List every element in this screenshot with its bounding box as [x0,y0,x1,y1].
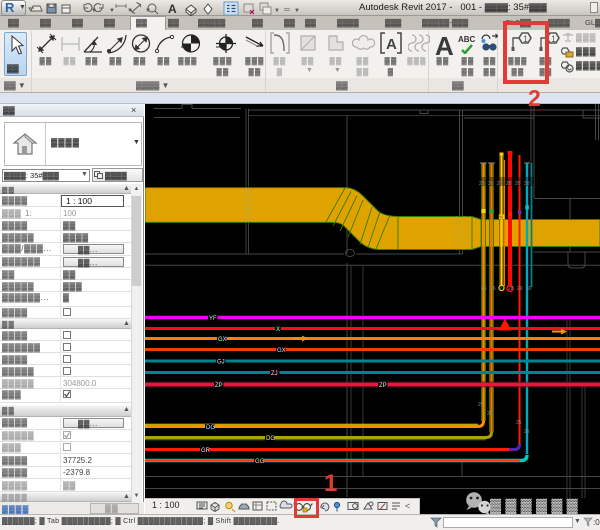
svg-text:ABC: ABC [458,35,476,44]
svg-text:GR: GR [201,448,211,454]
svg-text:▼: ▼ [127,8,133,14]
svg-text:▼: ▼ [294,8,300,14]
svg-text:ZJ: ZJ [271,371,278,377]
svg-text:GX: GX [277,348,286,354]
svg-text:GG: GG [255,459,265,465]
svg-text:▼: ▼ [145,8,151,14]
svg-text:ZP: ZP [379,383,387,389]
svg-text:A: A [386,36,397,53]
svg-text:29: 29 [515,181,521,187]
svg-text:25: 25 [478,402,484,408]
svg-text:▓▓▓▓▓▓: ▓▓▓▓▓▓ [490,498,582,514]
svg-text:25: 25 [516,420,522,426]
svg-text:28: 28 [508,286,514,292]
svg-text:A: A [168,2,177,16]
svg-text:YF: YF [209,316,217,322]
svg-text:GJ: GJ [217,360,225,366]
svg-text:25: 25 [479,181,485,187]
svg-text:▼: ▼ [109,8,115,14]
svg-text:▼: ▼ [274,8,280,14]
svg-text:1: 1 [324,470,337,497]
svg-text:27: 27 [499,286,505,292]
svg-text:GX: GX [218,337,227,343]
svg-text:ZP: ZP [215,383,223,389]
svg-text:X: X [276,327,280,333]
svg-text:29: 29 [517,286,523,292]
svg-text:26: 26 [488,181,494,187]
svg-text:26: 26 [490,286,496,292]
svg-text:▼: ▼ [91,8,97,14]
svg-text:1: 1 [551,34,556,44]
svg-text:25: 25 [487,411,493,417]
svg-text:30: 30 [526,286,532,292]
svg-text:27: 27 [497,181,503,187]
svg-text:25: 25 [481,286,487,292]
svg-text:28: 28 [506,181,512,187]
svg-text:═: ═ [283,5,290,14]
svg-text:DG: DG [266,436,275,442]
svg-text:25: 25 [524,429,530,435]
svg-text:30: 30 [524,181,530,187]
svg-text:DG: DG [206,425,215,431]
